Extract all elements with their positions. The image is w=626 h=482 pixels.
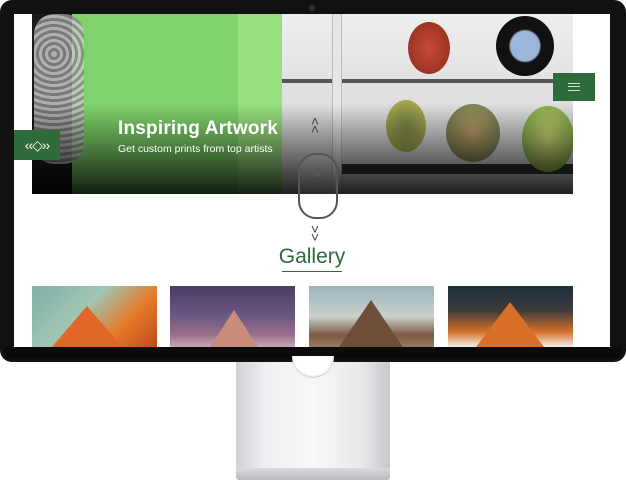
scroll-indicator[interactable]: ˄ ˄ ˅ ˅ <box>298 114 338 246</box>
gallery-item-deer[interactable] <box>170 286 295 347</box>
gallery-item-bull[interactable] <box>309 286 434 347</box>
gallery-title-underline <box>282 271 342 272</box>
hero-title: Inspiring Artwork <box>118 118 278 139</box>
hamburger-icon <box>568 83 580 91</box>
screen: Inspiring Artwork Get custom prints from… <box>14 14 610 347</box>
mouse-icon <box>298 153 338 219</box>
gallery-item-fox-2[interactable] <box>448 286 573 347</box>
monitor: Inspiring Artwork Get custom prints from… <box>0 0 626 362</box>
art-plate <box>496 16 554 76</box>
hero-subtitle: Get custom prints from top artists <box>118 143 273 155</box>
gallery-item-fox[interactable] <box>32 286 157 347</box>
fox-polygon <box>476 302 544 347</box>
art-plate <box>408 22 450 74</box>
menu-button[interactable] <box>553 73 595 101</box>
monitor-stand-base <box>236 468 390 480</box>
mouse-wheel <box>316 167 320 177</box>
logo-button[interactable]: ‹‹◇›› <box>14 130 60 160</box>
gallery-title: Gallery <box>278 245 346 268</box>
shelf-plank <box>342 79 573 83</box>
deer-polygon <box>210 310 258 347</box>
webcam <box>309 5 315 11</box>
fox-polygon <box>52 306 122 347</box>
shelf-plank <box>282 79 332 83</box>
chevron-up-icon: ˄ <box>310 121 320 137</box>
logo-glyph: ‹‹◇›› <box>24 136 50 153</box>
bull-polygon <box>339 300 403 347</box>
